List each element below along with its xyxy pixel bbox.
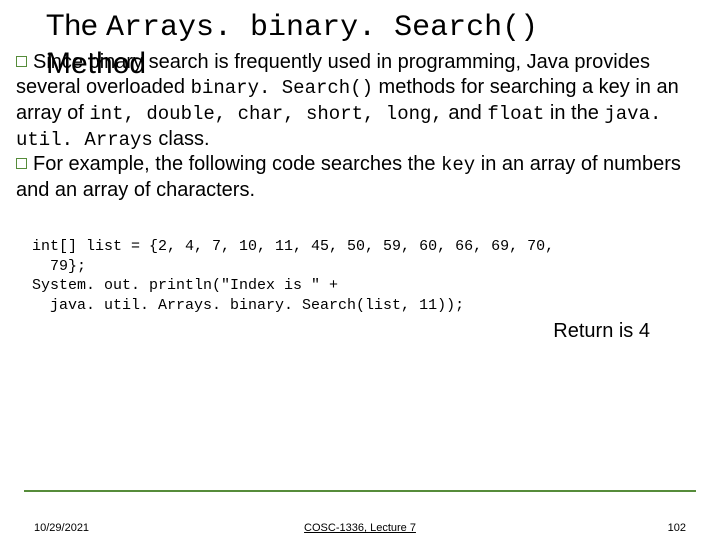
para1-mid2: and — [443, 102, 487, 124]
para1-code2: int, double, char, short, long, — [89, 103, 442, 125]
return-note: Return is 4 — [16, 319, 650, 344]
para1-code1: binary. Search() — [191, 77, 373, 99]
para1-mid3: in the — [544, 102, 604, 124]
bullet-icon — [16, 56, 27, 67]
para2-code1: key — [441, 154, 475, 176]
footer-divider — [24, 490, 696, 492]
title-prefix: The — [46, 9, 106, 42]
body-text: Since binary search is frequently used i… — [16, 50, 690, 344]
code-line-1: int[] list = {2, 4, 7, 10, 11, 45, 50, 5… — [32, 238, 554, 255]
footer-page: 102 — [668, 522, 686, 534]
code-line-4: java. util. Arrays. binary. Search(list,… — [32, 297, 464, 314]
para1-tail: class. — [153, 128, 210, 150]
code-line-2: 79}; — [32, 258, 86, 275]
footer-date: 10/29/2021 — [34, 522, 89, 534]
code-block: int[] list = {2, 4, 7, 10, 11, 45, 50, 5… — [32, 237, 690, 315]
code-line-3: System. out. println("Index is " + — [32, 277, 338, 294]
para2-lead: For example, the following code searches… — [33, 153, 441, 175]
title-method: Arrays. binary. Search() — [106, 11, 538, 45]
bullet-icon — [16, 158, 27, 169]
footer-course: COSC-1336, Lecture 7 — [304, 522, 416, 534]
slide: The Arrays. binary. Search() Method Sinc… — [0, 0, 720, 540]
para1-code3: float — [487, 103, 544, 125]
